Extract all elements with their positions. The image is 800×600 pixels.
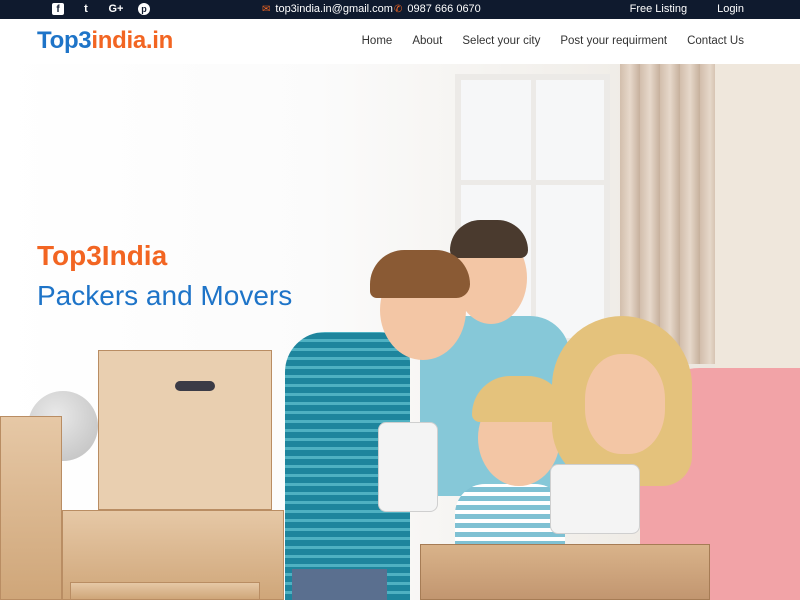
father-hair <box>450 220 528 258</box>
boy-hair <box>370 250 470 298</box>
google-plus-icon[interactable]: G+ <box>108 2 124 16</box>
site-header: Top3india.in Home About Select your city… <box>0 19 800 64</box>
phone-text: 0987 666 0670 <box>407 3 481 15</box>
pinterest-icon[interactable]: p <box>138 3 150 15</box>
top-links: Free Listing Login <box>630 3 744 15</box>
facebook-icon[interactable]: f <box>52 3 64 15</box>
box-handle <box>175 381 215 391</box>
box-left <box>0 416 62 600</box>
logo-rest: india.in <box>91 27 173 54</box>
email-text: top3india.in@gmail.com <box>275 3 393 15</box>
nav-contact[interactable]: Contact Us <box>687 35 744 47</box>
contact-phone[interactable]: ✆ 0987 666 0670 <box>394 3 481 15</box>
logo-main: Top3 <box>37 27 92 54</box>
hero-subtitle: Packers and Movers <box>37 280 293 311</box>
envelope-icon: ✉ <box>262 3 271 15</box>
boy-jeans <box>292 569 387 600</box>
open-moving-box <box>420 544 710 600</box>
hero-banner: Top3India Packers and Movers <box>0 64 800 600</box>
nav-about[interactable]: About <box>412 35 442 47</box>
twitter-icon[interactable]: t <box>78 2 94 16</box>
box-floor-left <box>70 582 260 600</box>
mother-face <box>585 354 665 454</box>
vase-boy <box>378 422 438 512</box>
free-listing-link[interactable]: Free Listing <box>630 3 687 15</box>
contact-email[interactable]: ✉ top3india.in@gmail.com <box>262 3 393 15</box>
top-bar: f t G+ p ✉ top3india.in@gmail.com ✆ 0987… <box>0 0 800 19</box>
nav-post-requirement[interactable]: Post your requirment <box>560 35 667 47</box>
phone-icon: ✆ <box>394 3 403 15</box>
main-nav: Home About Select your city Post your re… <box>362 35 744 47</box>
nav-select-city[interactable]: Select your city <box>462 35 540 47</box>
site-logo[interactable]: Top3india.in <box>37 27 173 55</box>
login-link[interactable]: Login <box>717 3 744 15</box>
nav-home[interactable]: Home <box>362 35 393 47</box>
vase-mother <box>550 464 640 534</box>
social-links: f t G+ p <box>52 2 150 16</box>
hero-title: Top3India <box>37 240 168 271</box>
box-stack-top <box>98 350 272 510</box>
